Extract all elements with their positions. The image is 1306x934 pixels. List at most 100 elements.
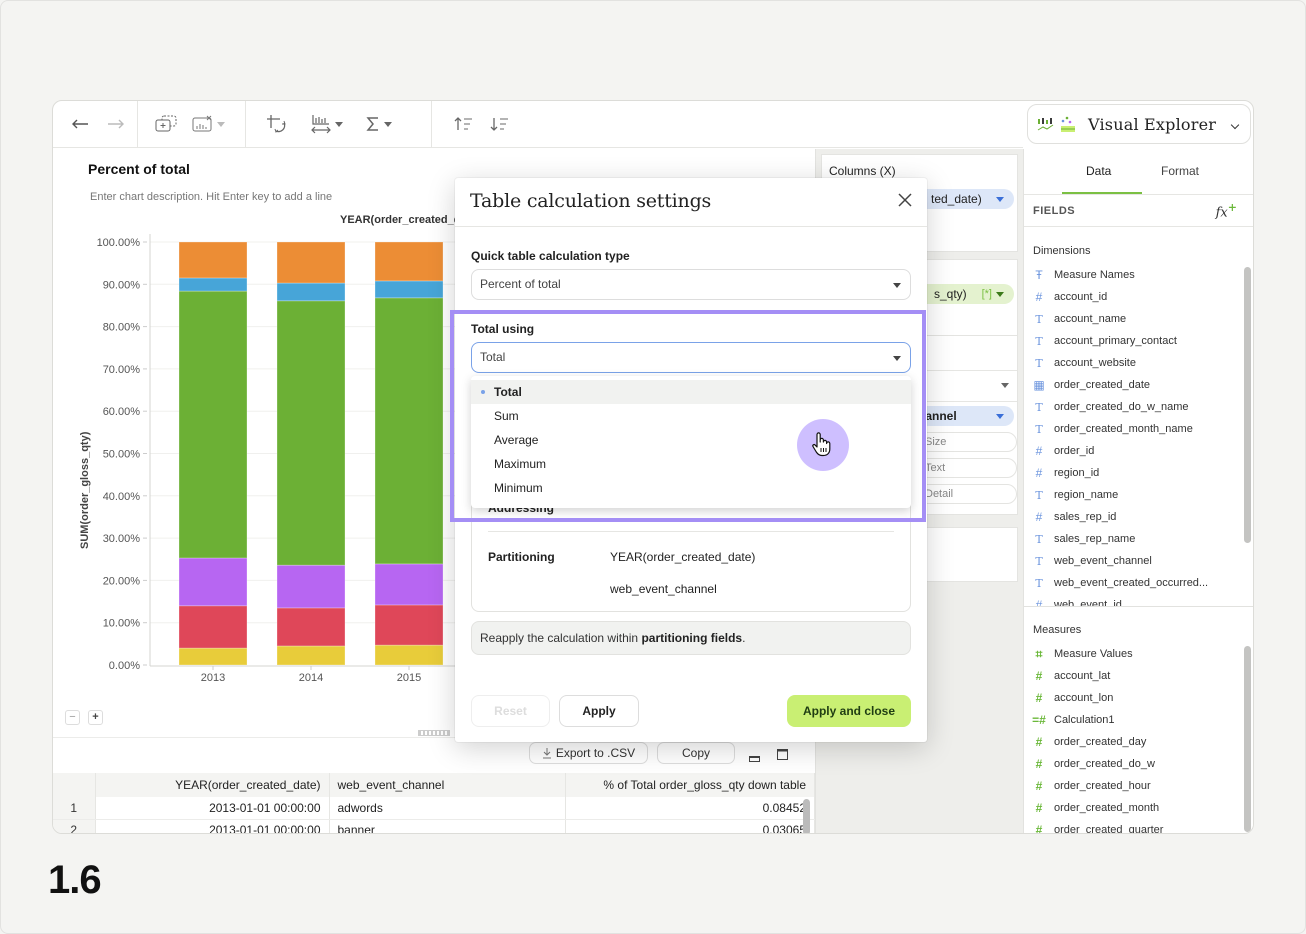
add-calculation-button[interactable]: fx+ [1216,201,1237,220]
y-tick-label: 90.00% [103,279,141,291]
field-item[interactable]: =# Calculation1 [1024,709,1242,731]
rows-pill-label: s_qty) [934,287,967,301]
field-item[interactable]: # account_id [1024,286,1242,308]
aggregate-button[interactable] [365,109,392,139]
table-scrollbar[interactable] [803,799,810,833]
field-item[interactable]: # order_created_quarter [1024,819,1242,833]
text-type-icon: T [1035,554,1043,568]
field-item[interactable]: ▦ order_created_date [1024,374,1242,396]
measures-scrollbar[interactable] [1244,646,1251,832]
field-name: order_created_month [1054,802,1160,814]
field-item[interactable]: # account_lon [1024,687,1242,709]
row-index: 2 [53,819,96,833]
dropdown-option-minimum[interactable]: Minimum [471,476,911,500]
y-tick-label: 20.00% [103,575,141,587]
dimensions-scrollbar[interactable] [1244,267,1251,543]
fields-header: FIELDS fx+ [1024,195,1253,227]
swap-axes-button[interactable] [266,109,288,139]
chevron-down-icon [335,121,343,127]
column-header[interactable]: YEAR(order_created_date) [95,773,330,797]
clear-sheet-button[interactable] [192,109,225,139]
partitioning-info: Reapply the calculation within partition… [471,621,911,655]
field-name: web_event_id [1054,599,1122,606]
duplicate-sheet-button[interactable] [154,109,178,139]
close-icon[interactable] [897,192,913,208]
y-tick-label: 10.00% [103,618,141,630]
field-item[interactable]: # region_id [1024,462,1242,484]
column-header[interactable]: % of Total order_gloss_qty down table [565,773,815,797]
table-row[interactable]: 1 2013-01-01 00:00:00 adwords 0.08452 [53,797,815,820]
field-item[interactable]: Torder_created_month_name [1024,418,1242,440]
chart-type-selector[interactable]: Visual Explorer [1027,104,1251,144]
info-bold-text: partitioning fields [641,631,743,645]
chevron-down-icon [893,356,901,361]
chevron-down-icon [996,292,1004,297]
dropdown-option-total[interactable]: Total [471,380,911,404]
field-item[interactable]: Ŧ Measure Names [1024,264,1242,286]
number-type-icon: # [1035,735,1043,749]
field-item[interactable]: Torder_created_do_w_name [1024,396,1242,418]
toolbar [53,101,1023,148]
total-using-select[interactable]: Total [471,342,911,373]
tab-format[interactable]: Format [1161,164,1199,178]
columns-shelf-title: Columns (X) [829,164,896,178]
apply-and-close-button[interactable]: Apply and close [787,695,911,727]
field-item[interactable]: Tweb_event_created_occurred... [1024,572,1242,594]
zoom-out-button[interactable]: − [65,710,80,725]
bar-segment-green [276,300,346,566]
quick-type-select[interactable]: Percent of total [471,269,911,300]
field-item[interactable]: # order_id [1024,440,1242,462]
pointer-hand-icon [812,432,831,457]
bar-segment-red [276,607,346,647]
number-type-icon: # [1035,598,1043,606]
field-item[interactable]: # order_created_month [1024,797,1242,819]
table-header-row: YEAR(order_created_date) web_event_chann… [53,773,815,797]
table-row[interactable]: 2 2013-01-01 00:00:00 banner 0.03065 [53,819,815,833]
minimize-icon[interactable] [749,754,760,762]
partitioning-label: Partitioning [488,550,555,564]
field-item[interactable]: # order_created_hour [1024,775,1242,797]
panel-tabs: Data Format [1024,149,1253,195]
text-type-icon: T [1035,334,1043,348]
zoom-in-button[interactable]: + [88,710,103,725]
field-item[interactable]: # sales_rep_id [1024,506,1242,528]
tab-data[interactable]: Data [1086,164,1111,178]
field-item[interactable]: # order_created_day [1024,731,1242,753]
apply-button[interactable]: Apply [559,695,639,727]
y-tick-label: 100.00% [97,237,141,249]
field-item[interactable]: Taccount_name [1024,308,1242,330]
field-item[interactable]: Tsales_rep_name [1024,528,1242,550]
y-tick-label: 30.00% [103,533,141,545]
data-table: YEAR(order_created_date) web_event_chann… [53,773,815,833]
field-item[interactable]: # order_created_do_w [1024,753,1242,775]
field-name: sales_rep_name [1054,533,1136,545]
field-name: account_lat [1054,670,1111,682]
field-item[interactable]: Tweb_event_channel [1024,550,1242,572]
field-item[interactable]: Taccount_website [1024,352,1242,374]
fit-width-button[interactable] [310,109,343,139]
field-item[interactable]: ⌗ Measure Values [1024,643,1242,665]
field-name: region_name [1054,489,1119,501]
field-item[interactable]: Taccount_primary_contact [1024,330,1242,352]
copy-button[interactable]: Copy [657,742,735,764]
sort-ascending-button[interactable] [454,109,474,139]
field-item[interactable]: Tregion_name [1024,484,1242,506]
arrow-right-icon [108,119,124,129]
reset-button[interactable]: Reset [471,695,550,727]
maximize-icon[interactable] [777,749,788,760]
export-csv-button[interactable]: Export to .CSV [529,742,648,764]
back-button[interactable] [71,109,89,139]
bar-segment-blue [374,280,444,299]
forward-button[interactable] [107,109,125,139]
text-type-icon: T [1035,400,1043,414]
field-item[interactable]: # account_lat [1024,665,1242,687]
duplicate-sheet-icon [155,115,177,132]
sort-descending-button[interactable] [490,109,510,139]
field-item[interactable]: # web_event_id [1024,594,1242,606]
panel-resize-handle[interactable] [418,730,450,736]
version-label: 1.6 [48,858,102,902]
dropdown-option-sum[interactable]: Sum [471,404,911,428]
column-header[interactable]: web_event_channel [329,773,566,797]
number-type-icon: # [1035,691,1043,705]
x-tick-label: 2015 [397,672,421,684]
